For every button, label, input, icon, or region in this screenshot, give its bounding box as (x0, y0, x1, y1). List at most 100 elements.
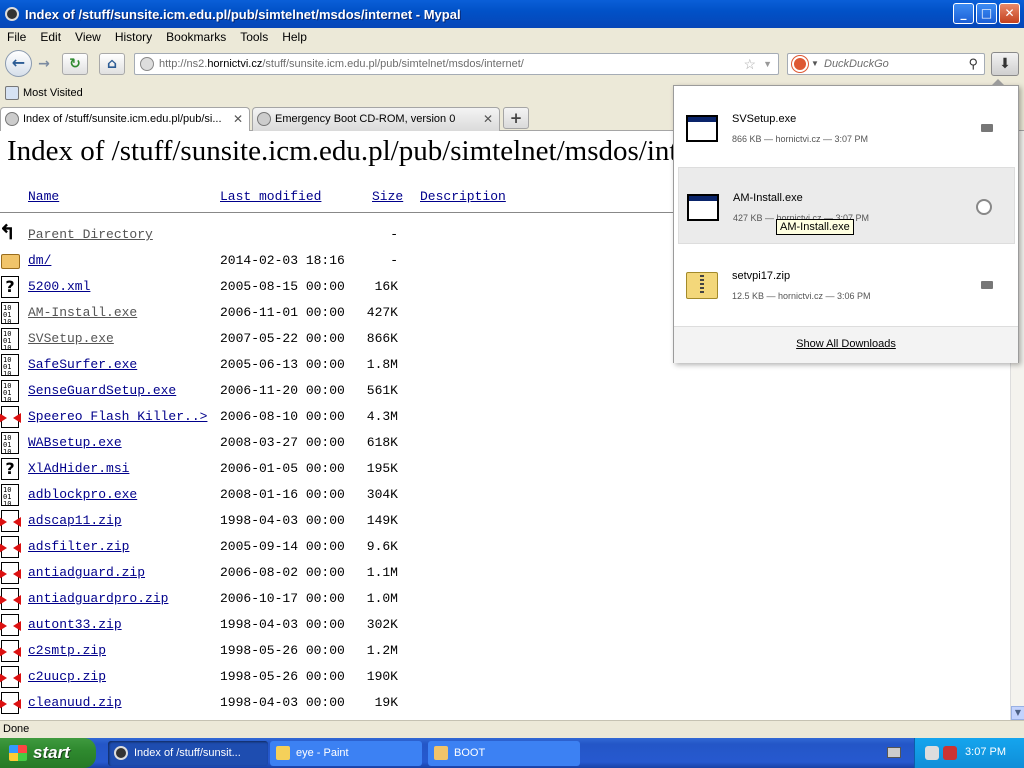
maximize-button[interactable]: □ (976, 3, 997, 24)
tab-favicon-icon (5, 112, 19, 126)
file-link[interactable]: Parent Directory (28, 227, 153, 242)
file-link[interactable]: c2uucp.zip (28, 669, 106, 684)
reload-button[interactable]: ↻ (62, 53, 88, 75)
bookmark-star-icon[interactable]: ☆ (743, 54, 756, 74)
file-size: 1.8M (366, 357, 398, 372)
home-button[interactable]: ⌂ (99, 53, 125, 75)
file-link[interactable]: adsfilter.zip (28, 539, 129, 554)
table-row: 10 01 10 adblockpro.exe 2008-01-16 00:00 30… (0, 483, 700, 509)
file-link[interactable]: antiadguardpro.zip (28, 591, 168, 606)
back-button[interactable]: ← (5, 50, 32, 77)
file-date: 2008-01-16 00:00 (220, 487, 345, 502)
unknown-file-icon: ? (1, 458, 19, 480)
minimize-button[interactable]: _ (953, 3, 974, 24)
new-tab-button[interactable]: + (503, 107, 529, 129)
compressed-file-icon (0, 562, 21, 584)
file-link[interactable]: dm/ (28, 253, 51, 268)
file-link[interactable]: SafeSurfer.exe (28, 357, 137, 372)
tooltip: AM-Install.exe (776, 219, 854, 235)
file-link[interactable]: antiadguard.zip (28, 565, 145, 580)
compressed-file-icon (0, 588, 21, 610)
file-size: 4.3M (366, 409, 398, 424)
menu-help[interactable]: Help (275, 30, 314, 44)
file-date: 1998-04-03 00:00 (220, 617, 345, 632)
compressed-file-icon (0, 614, 21, 636)
file-size: - (390, 253, 398, 268)
file-size: 427K (366, 305, 398, 320)
downloads-button[interactable]: ⬇ (991, 52, 1019, 76)
taskbar-item-mypal[interactable]: Index of /stuff/sunsit... (108, 741, 268, 766)
menu-file[interactable]: File (0, 30, 33, 44)
menu-edit[interactable]: Edit (33, 30, 68, 44)
column-description-link[interactable]: Description (420, 189, 506, 204)
mypal-app-icon[interactable] (5, 7, 19, 21)
duckduckgo-icon[interactable] (792, 56, 808, 72)
taskbar-item-paint[interactable]: eye - Paint (270, 741, 422, 766)
tray-app-icon[interactable] (925, 746, 939, 760)
table-row: c2smtp.zip 1998-05-26 00:00 1.2M (0, 639, 700, 665)
most-visited-bookmark[interactable]: Most Visited (23, 87, 83, 99)
file-link[interactable]: Speereo Flash Killer..> (28, 409, 207, 424)
download-item[interactable]: setvpi17.zip 12.5 KB — hornictvi.cz — 3:… (678, 246, 1015, 323)
file-size: 16K (374, 279, 398, 294)
table-row: Parent Directory - (0, 220, 700, 249)
file-date: 2007-05-22 00:00 (220, 331, 345, 346)
file-link[interactable]: AM-Install.exe (28, 305, 137, 320)
table-row: cleanuud.zip 1998-04-03 00:00 19K (0, 691, 700, 717)
tab-close-icon[interactable]: ✕ (233, 108, 243, 130)
tray-volume-icon[interactable] (943, 746, 957, 760)
menu-bookmarks[interactable]: Bookmarks (159, 30, 233, 44)
binary-file-icon: 10 01 10 (1, 484, 19, 508)
menu-view[interactable]: View (68, 30, 108, 44)
search-icon[interactable]: ⚲ (968, 54, 978, 74)
file-link[interactable]: cleanuud.zip (28, 695, 122, 710)
windows-logo-icon (9, 745, 27, 761)
file-link[interactable]: adscap11.zip (28, 513, 122, 528)
exe-file-icon (686, 115, 718, 142)
url-dropdown-icon[interactable]: ▼ (763, 54, 772, 74)
clock: 3:07 PM (965, 746, 1006, 758)
file-link[interactable]: autont33.zip (28, 617, 122, 632)
file-link[interactable]: adblockpro.exe (28, 487, 137, 502)
forward-button[interactable]: → (34, 54, 54, 74)
column-size-link[interactable]: Size (372, 189, 403, 204)
open-folder-icon[interactable] (981, 124, 993, 132)
file-link[interactable]: XlAdHider.msi (28, 461, 129, 476)
table-row: ? XlAdHider.msi 2006-01-05 00:00 195K (0, 457, 700, 483)
menu-history[interactable]: History (108, 30, 159, 44)
open-folder-icon[interactable] (976, 199, 992, 215)
taskbar-item-boot-folder[interactable]: BOOT (428, 741, 580, 766)
column-name-link[interactable]: Name (28, 189, 59, 204)
file-link[interactable]: WABsetup.exe (28, 435, 122, 450)
column-modified-link[interactable]: Last modified (220, 189, 321, 204)
file-link[interactable]: c2smtp.zip (28, 643, 106, 658)
compressed-file-icon (0, 692, 21, 714)
open-folder-icon[interactable] (981, 281, 993, 289)
globe-icon (140, 57, 154, 71)
scroll-down-icon[interactable]: ▼ (1011, 706, 1024, 720)
start-button[interactable]: start (0, 738, 96, 768)
paint-icon (276, 746, 290, 760)
close-button[interactable]: ✕ (999, 3, 1020, 24)
download-item[interactable]: SVSetup.exe 866 KB — hornictvi.cz — 3:07… (678, 89, 1015, 166)
tab-index-of[interactable]: Index of /stuff/sunsite.icm.edu.pl/pub/s… (0, 107, 250, 132)
file-link[interactable]: SenseGuardSetup.exe (28, 383, 176, 398)
file-link[interactable]: SVSetup.exe (28, 331, 114, 346)
file-date: 1998-04-03 00:00 (220, 513, 345, 528)
search-bar[interactable]: ▼ DuckDuckGo ⚲ (787, 53, 985, 75)
file-link[interactable]: 5200.xml (28, 279, 90, 294)
file-size: 9.6K (366, 539, 398, 554)
keyboard-icon[interactable] (887, 747, 901, 758)
table-row: ? 5200.xml 2005-08-15 00:00 16K (0, 275, 700, 301)
tab-close-icon[interactable]: ✕ (483, 108, 493, 130)
binary-file-icon: 10 01 10 (1, 380, 19, 404)
show-all-downloads-button[interactable]: Show All Downloads (674, 327, 1018, 363)
tab-emergency-boot[interactable]: Emergency Boot CD-ROM, version 0 ✕ (252, 107, 500, 131)
search-engine-dropdown-icon[interactable]: ▼ (811, 54, 819, 74)
menu-bar: File Edit View History Bookmarks Tools H… (0, 28, 1024, 46)
table-row: antiadguardpro.zip 2006-10-17 00:00 1.0M (0, 587, 700, 613)
status-bar: Done (0, 720, 1024, 738)
url-bar[interactable]: http://ns2.hornictvi.cz/stuff/sunsite.ic… (134, 53, 779, 75)
task-label: eye - Paint (296, 747, 349, 759)
menu-tools[interactable]: Tools (233, 30, 275, 44)
